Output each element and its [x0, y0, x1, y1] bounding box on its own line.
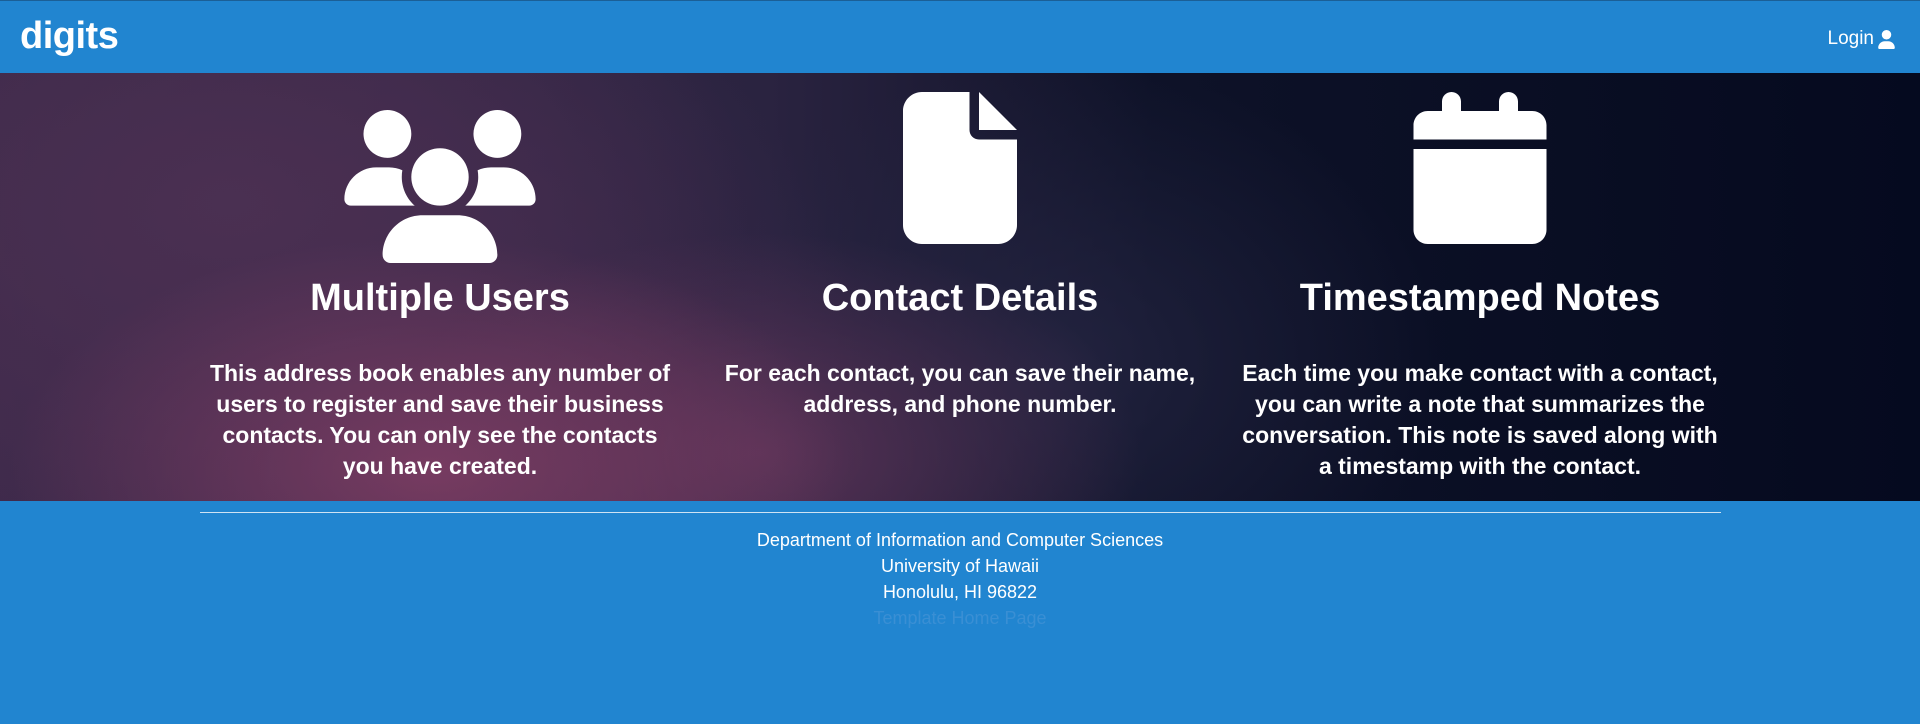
brand-logo[interactable]: digits	[20, 15, 119, 58]
navbar: digits Login	[0, 0, 1920, 73]
feature-description: Each time you make contact with a contac…	[1242, 360, 1718, 479]
template-home-page-link[interactable]: Template Home Page	[0, 605, 1920, 631]
footer-address: Department of Information and Computer S…	[0, 527, 1920, 631]
feature-title: Contact Details	[821, 277, 1099, 319]
calendar-icon	[1413, 92, 1547, 244]
feature-contact-details: Contact Details For each contact, you ca…	[720, 73, 1200, 417]
user-icon	[1878, 29, 1895, 49]
feature-timestamped-notes: Timestamped Notes Each time you make con…	[1240, 73, 1720, 479]
login-button[interactable]: Login	[1828, 28, 1897, 50]
feature-multiple-users: Multiple Users This address book enables…	[200, 73, 680, 479]
login-label: Login	[1827, 28, 1875, 49]
footer-divider	[200, 512, 1721, 513]
users-icon	[344, 110, 536, 263]
footer-city: Honolulu, HI 96822	[882, 582, 1038, 602]
feature-icon-wrap	[1240, 73, 1720, 248]
feature-title: Multiple Users	[310, 277, 570, 319]
feature-icon-wrap	[200, 73, 680, 263]
footer: Department of Information and Computer S…	[0, 501, 1920, 724]
feature-description: For each contact, you can save their nam…	[724, 360, 1196, 417]
footer-department: Department of Information and Computer S…	[756, 530, 1164, 550]
footer-university: University of Hawaii	[880, 556, 1040, 576]
feature-icon-wrap	[720, 73, 1200, 248]
file-icon	[903, 92, 1017, 244]
feature-description: This address book enables any number of …	[209, 360, 671, 479]
feature-title: Timestamped Notes	[1299, 277, 1661, 319]
hero-section: Multiple Users This address book enables…	[0, 73, 1920, 501]
